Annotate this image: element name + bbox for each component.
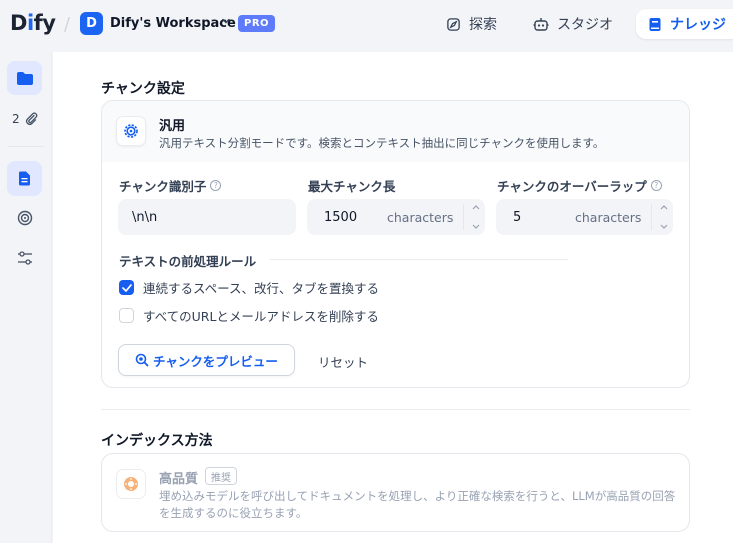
high-quality-description: 埋め込みモデルを呼び出してドキュメントを処理し、より正確な検索を行うと、LLMが…: [159, 489, 676, 520]
workspace-avatar[interactable]: D: [80, 12, 103, 35]
dataset-sidebar: 2: [0, 52, 52, 543]
index-method-title: インデックス方法: [101, 433, 213, 449]
paperclip-icon: [25, 112, 38, 126]
breadcrumb-separator: /: [64, 14, 71, 35]
logo-text-d: D: [10, 11, 27, 35]
section-divider: [101, 409, 690, 410]
help-icon[interactable]: ?: [650, 180, 662, 191]
nav-explore[interactable]: 探索: [446, 9, 497, 39]
sparkle-icon: [124, 477, 138, 491]
preview-chunks-button[interactable]: チャンクをプレビュー: [118, 344, 295, 376]
max-length-unit: characters: [387, 209, 454, 225]
mode-description: 汎用テキスト分割モードです。検索とコンテキスト抽出に同じチャンクを使用します。: [159, 136, 605, 150]
chevron-up-icon[interactable]: [472, 204, 480, 210]
chevron-up-icon[interactable]: [660, 204, 668, 210]
chevron-down-icon[interactable]: [220, 15, 232, 27]
high-quality-icon-box: [116, 469, 146, 499]
rule-label: 連続するスペース、改行、タブを置換する: [143, 281, 380, 296]
rule-label: すべてのURLとメールアドレスを削除する: [143, 309, 379, 324]
checkbox-unchecked[interactable]: [119, 308, 134, 323]
overlap-stepper[interactable]: [651, 204, 669, 230]
delimiter-label-text: チャンク識別子: [119, 179, 207, 194]
overlap-value: 5: [513, 209, 522, 225]
book-icon: [649, 17, 661, 31]
reset-button[interactable]: リセット: [318, 352, 368, 371]
delimiter-input[interactable]: \n\n: [118, 199, 296, 235]
rule-replace-whitespace[interactable]: 連続するスペース、改行、タブを置換する: [119, 278, 379, 297]
plan-badge: PRO: [238, 15, 276, 32]
rules-divider: [270, 259, 568, 260]
max-length-label: 最大チャンク長: [308, 176, 395, 195]
document-count: 2: [12, 112, 20, 126]
target-icon[interactable]: [17, 210, 33, 226]
chevron-down-icon[interactable]: [472, 224, 480, 230]
help-icon[interactable]: ?: [210, 180, 222, 191]
nav-studio[interactable]: スタジオ: [533, 9, 613, 39]
overlap-unit: characters: [575, 209, 642, 225]
chunk-settings-title: チャンク設定: [101, 81, 185, 97]
logo-text-fy: fy: [33, 11, 56, 35]
main-content: チャンク設定 汎用 汎用テキスト分割モードです。検索とコンテキスト抽出に同じチャ…: [53, 52, 733, 543]
delimiter-value: \n\n: [132, 209, 158, 225]
recommended-badge: 推奨: [205, 467, 237, 485]
sidebar-divider: [8, 146, 44, 147]
robot-icon: [533, 17, 549, 31]
folder-icon: [16, 71, 33, 85]
general-mode-header: 汎用 汎用テキスト分割モードです。検索とコンテキスト抽出に同じチャンクを使用しま…: [102, 101, 689, 162]
overlap-label: チャンクのオーバーラップ ?: [497, 176, 662, 195]
overlap-label-text: チャンクのオーバーラップ: [497, 179, 647, 194]
sidebar-item-documents[interactable]: [7, 161, 42, 196]
search-icon: [135, 353, 149, 367]
logo-text-i: i: [26, 11, 34, 35]
check-icon: [121, 283, 132, 292]
mode-name: 汎用: [159, 119, 186, 134]
general-mode-card[interactable]: 汎用 汎用テキスト分割モードです。検索とコンテキスト抽出に同じチャンクを使用しま…: [101, 100, 690, 388]
preprocess-rules-title: テキストの前処理ルール: [119, 254, 257, 269]
high-quality-name: 高品質: [159, 472, 199, 487]
document-icon: [19, 171, 30, 186]
max-length-stepper[interactable]: [463, 204, 481, 230]
delimiter-label: チャンク識別子 ?: [119, 176, 222, 195]
nav-knowledge-label: ナレッジ: [670, 17, 726, 33]
gear-icon: [124, 124, 138, 138]
rule-remove-urls[interactable]: すべてのURLとメールアドレスを削除する: [119, 306, 379, 325]
nav-studio-label: スタジオ: [557, 17, 613, 33]
top-bar: Dify / D Dify's Workspace PRO 探索 スタジオ ナレ…: [0, 0, 733, 52]
settings-sliders-icon[interactable]: [17, 250, 33, 266]
workspace-name[interactable]: Dify's Workspace: [110, 16, 236, 31]
general-mode-icon-box: [116, 116, 146, 146]
nav-knowledge[interactable]: ナレッジ: [636, 9, 733, 39]
overlap-input[interactable]: 5 characters: [496, 199, 673, 235]
dify-logo[interactable]: Dify: [10, 11, 56, 35]
checkbox-checked[interactable]: [119, 280, 134, 295]
high-quality-card[interactable]: 高品質 推奨 埋め込みモデルを呼び出してドキュメントを処理し、より正確な検索を行…: [101, 453, 690, 532]
max-length-value: 1500: [324, 209, 358, 225]
preview-chunks-label: チャンクをプレビュー: [153, 353, 278, 369]
chevron-down-icon[interactable]: [660, 224, 668, 230]
compass-icon: [447, 17, 460, 31]
max-length-input[interactable]: 1500 characters: [307, 199, 485, 235]
nav-explore-label: 探索: [469, 17, 497, 33]
dataset-folder-button[interactable]: [7, 61, 42, 95]
max-length-label-text: 最大チャンク長: [308, 179, 396, 194]
